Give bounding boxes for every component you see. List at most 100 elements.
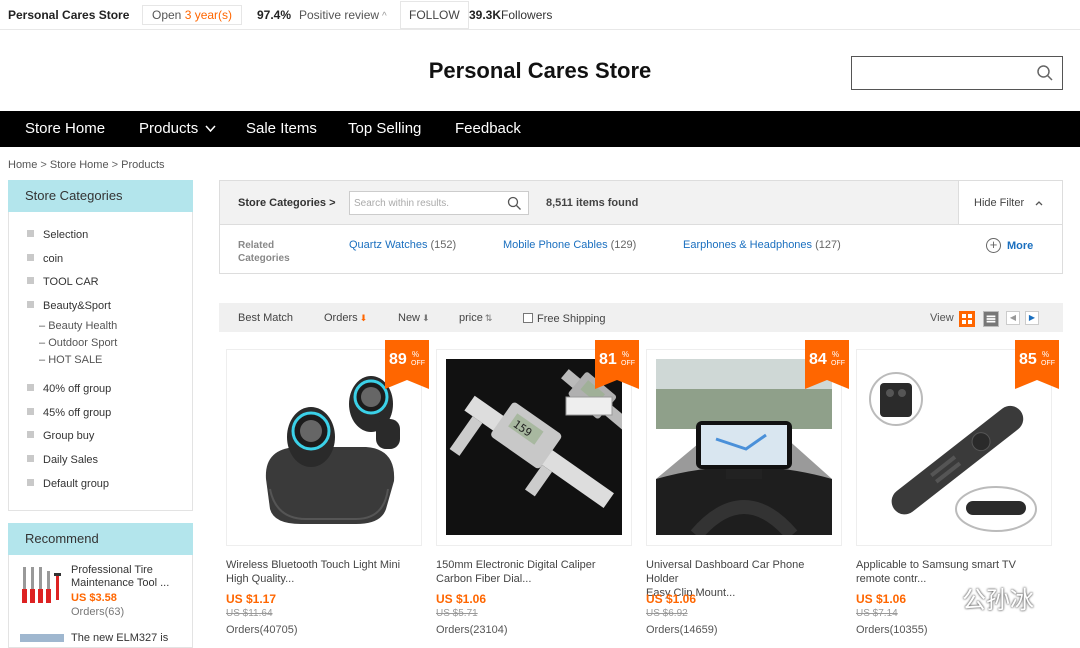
store-categories-title: Store Categories bbox=[8, 180, 193, 212]
product-title-line2: High Quality... bbox=[226, 573, 295, 585]
product-title[interactable]: Wireless Bluetooth Touch Light Mini High … bbox=[226, 558, 408, 586]
category-selection[interactable]: Selection bbox=[27, 229, 88, 241]
sort-price[interactable]: price ⇅ bbox=[459, 312, 492, 324]
category-group-buy[interactable]: Group buy bbox=[27, 430, 94, 442]
product-old-price: US $7.14 bbox=[856, 608, 898, 619]
related-earphones-headphones[interactable]: Earphones & Headphones (127) bbox=[683, 239, 841, 251]
off-label: OFF bbox=[831, 360, 845, 367]
related-quartz-watches[interactable]: Quartz Watches (152) bbox=[349, 239, 456, 251]
recommend-item-title[interactable]: Professional Tire Maintenance Tool ... bbox=[71, 564, 169, 590]
store-search-input[interactable] bbox=[851, 56, 1063, 90]
product-orders: Orders(40705) bbox=[226, 624, 298, 636]
off-label: OFF bbox=[411, 360, 425, 367]
search-icon[interactable] bbox=[507, 196, 522, 211]
product-old-price: US $5.71 bbox=[436, 608, 478, 619]
square-icon bbox=[27, 301, 34, 308]
list-view-icon[interactable] bbox=[983, 311, 999, 327]
product-title-line2: Carbon Fiber Dial... bbox=[436, 573, 532, 585]
nav-sale-items[interactable]: Sale Items bbox=[246, 120, 317, 137]
recommend-title-line1: Professional Tire bbox=[71, 564, 153, 576]
category-coin[interactable]: coin bbox=[27, 253, 63, 265]
subcategory-label: HOT SALE bbox=[48, 354, 103, 366]
percent-sign: % bbox=[622, 350, 630, 359]
product-title[interactable]: 150mm Electronic Digital Caliper Carbon F… bbox=[436, 558, 618, 586]
subcategory-label: Beauty Health bbox=[48, 320, 118, 332]
percent-sign: % bbox=[412, 350, 420, 359]
product-title-line1: 150mm Electronic Digital Caliper bbox=[436, 559, 596, 571]
nav-products[interactable]: Products bbox=[139, 120, 216, 137]
related-label-1: Related bbox=[238, 240, 275, 251]
store-nav: Store Home Products Sale Items Top Selli… bbox=[0, 111, 1080, 147]
filter-top-row bbox=[220, 181, 1062, 225]
category-tool-car[interactable]: TOOL CAR bbox=[27, 276, 99, 288]
follow-button[interactable]: FOLLOW bbox=[400, 1, 469, 29]
nav-top-selling[interactable]: Top Selling bbox=[348, 120, 421, 137]
store-name[interactable]: Personal Cares Store bbox=[8, 8, 129, 22]
percent-sign: % bbox=[832, 350, 840, 359]
prev-page-icon[interactable]: ◀ bbox=[1006, 311, 1020, 325]
plus-circle-icon: + bbox=[986, 238, 1001, 253]
recommend-item-price: US $3.58 bbox=[71, 592, 117, 604]
elm327-thumbnail[interactable] bbox=[20, 632, 64, 642]
next-page-icon[interactable]: ▶ bbox=[1025, 311, 1039, 325]
category-40-off[interactable]: 40% off group bbox=[27, 383, 111, 395]
category-daily-sales[interactable]: Daily Sales bbox=[27, 454, 98, 466]
subcategory-beauty-health[interactable]: – Beauty Health bbox=[39, 320, 117, 332]
search-within-field[interactable] bbox=[354, 193, 504, 213]
breadcrumb-store-home[interactable]: Store Home bbox=[50, 159, 109, 171]
recommend-item-title-2[interactable]: The new ELM327 is bbox=[71, 632, 168, 645]
sort-best-match[interactable]: Best Match bbox=[238, 312, 293, 324]
store-info-bar: Personal Cares Store Open 3 year(s) 97.4… bbox=[0, 0, 1080, 30]
followers: 39.3KFollowers bbox=[469, 8, 552, 22]
hide-filter-button[interactable]: Hide Filter bbox=[958, 181, 1062, 224]
discount-value: 84 bbox=[809, 351, 827, 368]
percent-sign: % bbox=[1042, 350, 1050, 359]
product-price: US $1.06 bbox=[856, 592, 907, 606]
more-categories-button[interactable]: + More bbox=[986, 238, 1033, 253]
category-label: Group buy bbox=[43, 430, 95, 442]
product-price: US $1.17 bbox=[226, 592, 277, 606]
discount-badge: 84% OFF bbox=[805, 340, 849, 389]
free-shipping-checkbox[interactable] bbox=[523, 313, 533, 323]
grid-view-icon[interactable] bbox=[959, 311, 975, 327]
square-icon bbox=[27, 384, 34, 391]
category-label: 45% off group bbox=[43, 407, 112, 419]
tire-tool-thumbnail[interactable] bbox=[20, 563, 64, 607]
sort-bar: Best Match Orders ⬇ New ⬇ price ⇅ Free Ship… bbox=[219, 303, 1063, 332]
nav-products-label: Products bbox=[139, 120, 199, 137]
category-label: Default group bbox=[43, 478, 110, 490]
related-count: (129) bbox=[610, 239, 637, 251]
related-name: Quartz Watches bbox=[349, 239, 428, 251]
positive-review-dropdown[interactable]: Positive review ^ bbox=[299, 8, 387, 22]
watermark-text: 公孙冰 bbox=[962, 586, 1034, 614]
search-icon[interactable] bbox=[1036, 64, 1054, 82]
category-default-group[interactable]: Default group bbox=[27, 478, 109, 490]
category-label: TOOL CAR bbox=[43, 276, 99, 288]
category-beauty-sport[interactable]: Beauty&Sport bbox=[27, 300, 111, 312]
hide-filter-label: Hide Filter bbox=[974, 197, 1025, 209]
sort-new[interactable]: New ⬇ bbox=[398, 312, 430, 324]
square-icon bbox=[27, 230, 34, 237]
search-within-input[interactable] bbox=[349, 191, 529, 215]
breadcrumb-products: Products bbox=[121, 159, 165, 171]
discount-value: 81 bbox=[599, 351, 617, 368]
nav-feedback[interactable]: Feedback bbox=[455, 120, 521, 137]
breadcrumb-home[interactable]: Home bbox=[8, 159, 37, 171]
free-shipping-label[interactable]: Free Shipping bbox=[537, 313, 606, 325]
discount-badge: 81% OFF bbox=[595, 340, 639, 389]
nav-store-home[interactable]: Store Home bbox=[25, 120, 105, 137]
recommend-title: Recommend bbox=[8, 523, 193, 555]
filter-store-categories[interactable]: Store Categories > bbox=[238, 197, 336, 209]
related-mobile-phone-cables[interactable]: Mobile Phone Cables (129) bbox=[503, 239, 636, 251]
wechat-watermark-icon bbox=[919, 582, 956, 608]
off-label: OFF bbox=[1041, 360, 1055, 367]
category-45-off[interactable]: 45% off group bbox=[27, 407, 111, 419]
subcategory-outdoor-sport[interactable]: – Outdoor Sport bbox=[39, 337, 117, 349]
related-categories-label: Related Categories bbox=[238, 239, 290, 265]
sort-orders[interactable]: Orders ⬇ bbox=[324, 312, 367, 324]
positive-review-percent: 97.4% bbox=[257, 8, 292, 22]
open-years: 3 year(s) bbox=[184, 8, 233, 22]
subcategory-hot-sale[interactable]: – HOT SALE bbox=[39, 354, 102, 366]
followers-label: Followers bbox=[501, 8, 553, 22]
chevron-up-icon: ^ bbox=[382, 11, 387, 22]
